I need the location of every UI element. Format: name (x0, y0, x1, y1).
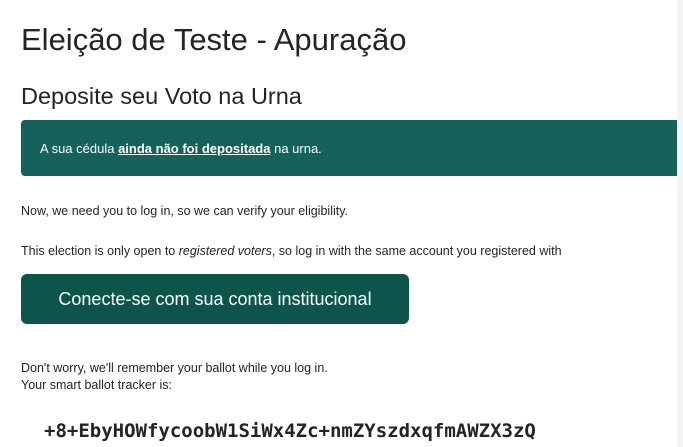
window-edge (677, 0, 683, 447)
remember-text: Don't worry, we'll remember your ballot … (21, 361, 328, 375)
remember-text-block: Don't worry, we'll remember your ballot … (21, 360, 328, 394)
eligibility-suffix: , so log in with the same account you re… (271, 244, 562, 258)
eligibility-emphasis: registered voters (178, 244, 272, 258)
alert-emphasis: ainda não foi depositada (118, 140, 271, 156)
login-needed-text: Now, we need you to log in, so we can ve… (21, 204, 349, 218)
alert-suffix: na urna. (270, 140, 322, 156)
alert-prefix: A sua cédula (40, 140, 119, 156)
login-button[interactable]: Conecte-se com sua conta institucional (21, 274, 409, 324)
ballot-tracker: +8+EbyHOWfycoobW1SiWx4Zc+nmZYszdxqfmAWZX… (44, 420, 536, 442)
eligibility-prefix: This election is only open to (21, 244, 179, 258)
eligibility-text: This election is only open to registered… (21, 244, 562, 258)
alert-text: A sua cédula ainda não foi depositada na… (40, 141, 322, 156)
ballot-status-alert: A sua cédula ainda não foi depositada na… (21, 120, 681, 176)
tracker-label: Your smart ballot tracker is: (21, 378, 172, 392)
section-title: Deposite seu Voto na Urna (21, 83, 302, 109)
page-title: Eleição de Teste - Apuração (21, 22, 407, 57)
